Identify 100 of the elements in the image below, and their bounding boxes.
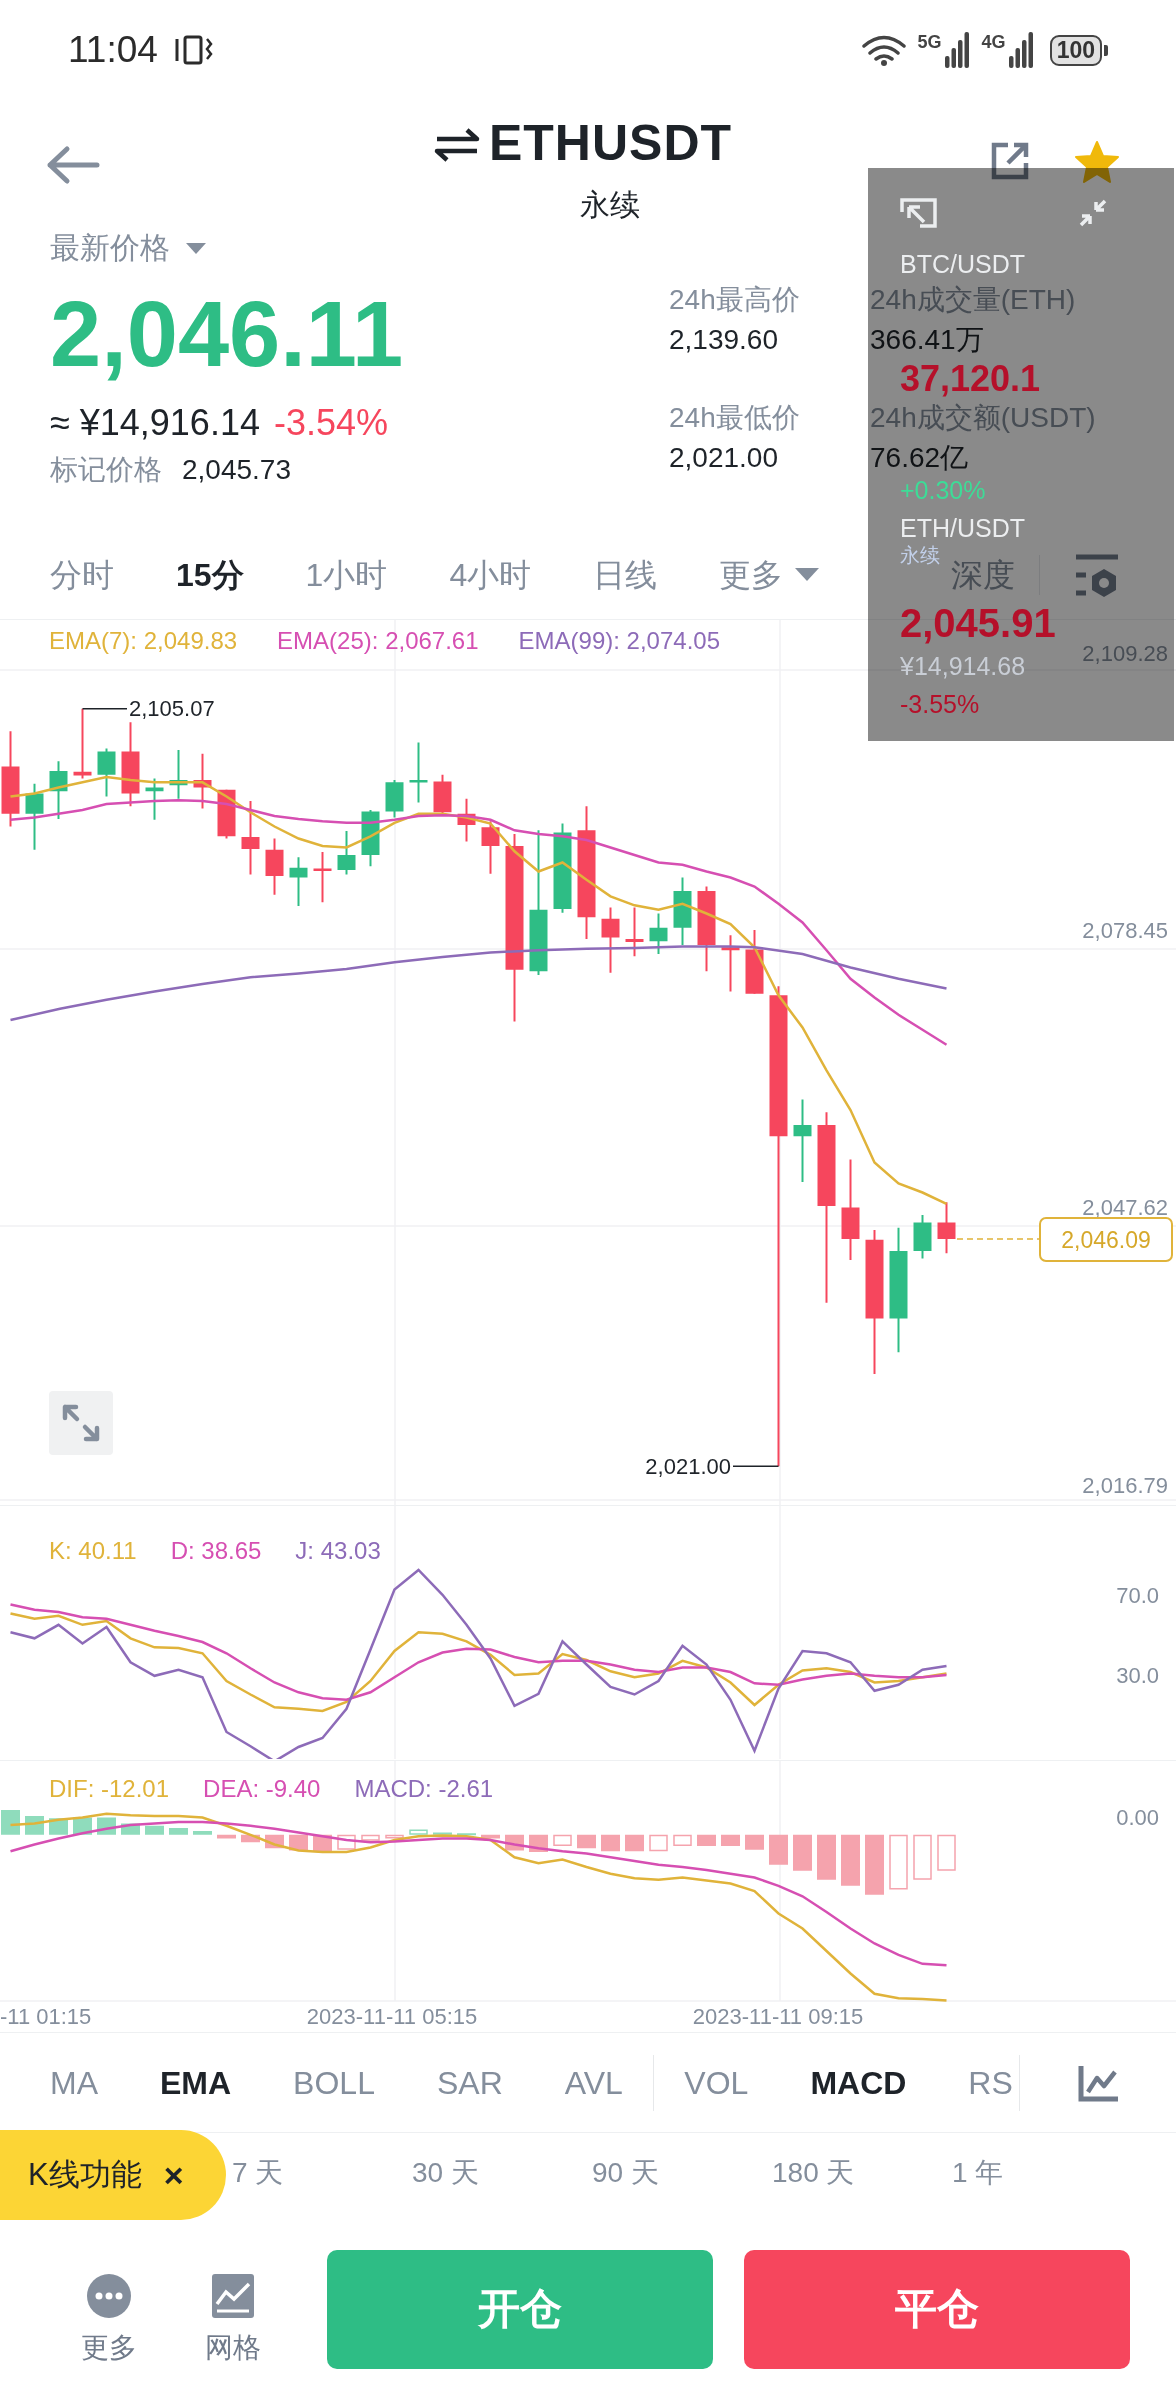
- rising-candle: [145, 777, 164, 821]
- close-position-button[interactable]: 平仓: [744, 2250, 1130, 2369]
- histogram-bar: [337, 1834, 356, 1850]
- histogram-bar: [121, 1823, 140, 1835]
- axis-label: 2,078.45: [1082, 917, 1168, 943]
- expand-button[interactable]: [49, 1391, 113, 1455]
- time-axis-label: -11 01:15: [0, 2003, 92, 2029]
- settings-icon[interactable]: [1074, 552, 1120, 597]
- axis-label: 2,016.79: [1082, 1472, 1168, 1498]
- falling-candle: [193, 752, 212, 810]
- axis-label: 30.0: [1116, 1662, 1159, 1688]
- falling-candle: [601, 906, 620, 974]
- more-icon: [87, 2274, 131, 2318]
- rising-candle: [409, 741, 428, 804]
- indicator-tab[interactable]: MACD: [810, 2062, 907, 2103]
- signal-bars-icon: [943, 32, 970, 68]
- legend-label: D: 38.65: [170, 1536, 262, 1566]
- contract-type: 永续: [900, 544, 940, 566]
- share-icon[interactable]: [989, 140, 1031, 182]
- pair-price: 2,045.91: [900, 600, 1056, 646]
- falling-candle: [721, 934, 740, 993]
- histogram-bar: [553, 1834, 572, 1846]
- indicator-tab[interactable]: AVL: [564, 2062, 623, 2103]
- stat-value: 2,021.00: [669, 442, 778, 474]
- last-price: 2,046.11: [50, 286, 404, 382]
- axis-label: 0.00: [1116, 1804, 1159, 1830]
- period-label: 1 年: [952, 2156, 1005, 2190]
- stat-label: 24h最高价: [669, 284, 800, 316]
- rising-candle: [25, 782, 44, 851]
- histogram-bar: [289, 1834, 308, 1851]
- interval-tab[interactable]: 15分: [176, 554, 244, 595]
- kline-features-chip[interactable]: K线功能 ×: [0, 2130, 226, 2220]
- legend-label: DEA: -9.40: [203, 1774, 321, 1804]
- period-label: 180 天: [772, 2156, 856, 2190]
- period-label: 90 天: [592, 2156, 660, 2190]
- price-change: -3.54%: [273, 401, 388, 445]
- interval-tab[interactable]: 4小时: [449, 554, 532, 595]
- open-position-button[interactable]: 开仓: [327, 2250, 713, 2369]
- histogram-bar: [385, 1834, 404, 1839]
- histogram-bar: [433, 1832, 452, 1835]
- stat-label: 24h成交量(ETH): [870, 284, 1076, 316]
- indicator-tab[interactable]: BOLL: [293, 2062, 375, 2103]
- histogram-bar: [241, 1834, 260, 1843]
- network-type-label: 5G: [917, 32, 942, 52]
- falling-candle: [481, 820, 500, 875]
- rising-candle: [289, 856, 308, 907]
- axis-label: 2,109.28: [1082, 640, 1168, 666]
- falling-candle: [745, 929, 764, 995]
- toolbar-button[interactable]: 网格: [188, 2250, 278, 2365]
- indicator-tab[interactable]: SAR: [436, 2062, 503, 2103]
- axis-label: 2,047.62: [1082, 1194, 1168, 1220]
- close-button[interactable]: ×: [163, 2155, 184, 2195]
- legend-label: J: 43.03: [295, 1536, 381, 1566]
- price-type-dropdown[interactable]: 最新价格: [50, 228, 206, 268]
- time-axis-label: 2023-11-11 05:15: [306, 2003, 478, 2029]
- rising-candle: [913, 1214, 932, 1260]
- indicator-tab[interactable]: EMA: [160, 2062, 232, 2103]
- stat-value: 76.62亿: [870, 442, 969, 474]
- interval-tab[interactable]: 日线: [593, 554, 658, 595]
- window-arrow-icon[interactable]: [900, 198, 937, 228]
- histogram-bar: [601, 1834, 620, 1852]
- stat-label: 24h最低价: [669, 402, 800, 434]
- rising-candle: [361, 809, 380, 868]
- legend-label: EMA(7): 2,049.83: [49, 626, 238, 656]
- line-chart-icon[interactable]: [1078, 2063, 1121, 2102]
- low-price-label: 2,021.00: [645, 1453, 731, 1479]
- rising-candle: [169, 749, 188, 800]
- pair-symbol: ETH/USDT: [900, 514, 1025, 542]
- fiat-price: ¥14,914.68: [900, 652, 1026, 680]
- indicator-tab[interactable]: MA: [50, 2062, 98, 2103]
- expand-icon: [61, 1403, 101, 1443]
- histogram-bar: [889, 1834, 908, 1890]
- high-price-label: 2,105.07: [129, 696, 215, 722]
- collapse-icon[interactable]: [1078, 198, 1108, 228]
- depth-tab[interactable]: 深度: [950, 554, 1015, 595]
- back-arrow-icon[interactable]: [45, 145, 101, 185]
- histogram-bar: [409, 1829, 428, 1835]
- legend-label: EMA(25): 2,067.61: [277, 626, 479, 656]
- signal-bars-icon: [1007, 32, 1034, 68]
- more-intervals-tab[interactable]: 更多: [719, 554, 820, 595]
- interval-tab[interactable]: 1小时: [305, 554, 388, 595]
- stat-value: 2,139.60: [669, 324, 778, 356]
- legend-label: K: 40.11: [49, 1536, 137, 1566]
- indicator-tab[interactable]: RS: [968, 2062, 1013, 2103]
- falling-candle: [457, 797, 476, 843]
- star-icon[interactable]: [1074, 140, 1120, 184]
- period-label: 7 天: [232, 2156, 285, 2190]
- fiat-price: ≈ ¥14,916.14: [50, 401, 260, 445]
- histogram-bar: [673, 1834, 692, 1846]
- price-change: -3.55%: [900, 690, 980, 718]
- toolbar-button[interactable]: 更多: [64, 2250, 154, 2365]
- histogram-bar: [769, 1834, 788, 1865]
- interval-tab[interactable]: 分时: [50, 554, 114, 595]
- histogram-bar: [457, 1833, 476, 1836]
- histogram-bar: [169, 1828, 188, 1835]
- indicator-tab[interactable]: VOL: [684, 2062, 749, 2103]
- falling-candle: [937, 1201, 956, 1255]
- histogram-bar: [697, 1834, 716, 1846]
- caret-icon: [795, 568, 820, 581]
- histogram-bar: [481, 1834, 500, 1839]
